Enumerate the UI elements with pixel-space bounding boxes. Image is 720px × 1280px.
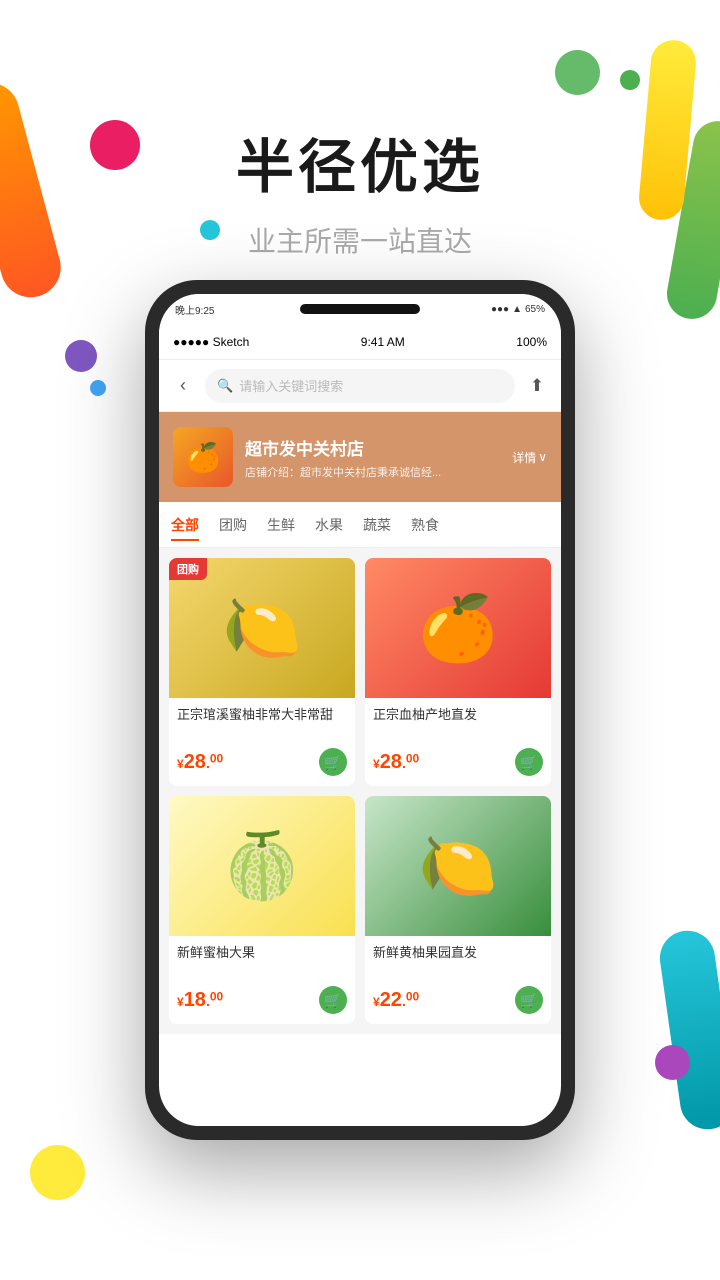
store-header: 🍊 超市发中关村店 店铺介绍：超市发中关村店秉承诚信经... 详情 ∨ bbox=[159, 412, 561, 502]
share-button[interactable]: ⬆ bbox=[523, 372, 551, 400]
product-image: 🍊 bbox=[365, 558, 551, 698]
phone-frame: 晚上9:25 ●●● ▲ 65% ●●●●● Sketch 9:41 AM 10… bbox=[145, 280, 575, 1140]
product-card[interactable]: 🍋 新鲜黄柚果园直发 ¥22.00 🛒 bbox=[365, 796, 551, 1024]
product-price-row: ¥18.00 🛒 bbox=[177, 986, 347, 1014]
add-to-cart-button[interactable]: 🛒 bbox=[319, 986, 347, 1014]
dot-purple-bottom bbox=[655, 1045, 690, 1080]
category-tab[interactable]: 水果 bbox=[315, 511, 343, 539]
product-name: 新鲜黄柚果园直发 bbox=[373, 944, 543, 980]
search-placeholder: 请输入关键词搜索 bbox=[239, 376, 343, 395]
store-avatar-emoji: 🍊 bbox=[186, 441, 221, 474]
dot-yellow-bottom bbox=[30, 1145, 85, 1200]
product-price: ¥28.00 bbox=[373, 751, 419, 774]
product-name: 正宗血柚产地直发 bbox=[373, 706, 543, 742]
status-time-left: 晚上9:25 bbox=[175, 302, 214, 317]
store-avatar: 🍊 bbox=[173, 427, 233, 487]
back-button[interactable]: ‹ bbox=[169, 372, 197, 400]
category-tab[interactable]: 生鲜 bbox=[267, 511, 295, 539]
status-right: ●●● ▲ 65% bbox=[491, 304, 545, 315]
sub-title: 业主所需一站直达 bbox=[248, 220, 472, 260]
sketch-battery: 100% bbox=[516, 335, 547, 349]
sketch-app-name: ●●●●● Sketch bbox=[173, 335, 249, 349]
product-info: 新鲜蜜柚大果 ¥18.00 🛒 bbox=[169, 936, 355, 1024]
product-tag: 团购 bbox=[169, 558, 207, 580]
product-image: 🍈 bbox=[169, 796, 355, 936]
back-icon: ‹ bbox=[180, 375, 186, 396]
category-tab[interactable]: 熟食 bbox=[411, 511, 439, 539]
product-image: 团购🍋 bbox=[169, 558, 355, 698]
add-to-cart-button[interactable]: 🛒 bbox=[515, 986, 543, 1014]
phone-notch bbox=[300, 304, 420, 314]
product-grid: 团购🍋正宗琯溪蜜柚非常大非常甜¥28.00🛒🍊正宗血柚产地直发¥28.00🛒🍈新… bbox=[159, 548, 561, 1034]
product-price-row: ¥28.00 🛒 bbox=[177, 748, 347, 776]
store-info: 超市发中关村店 店铺介绍：超市发中关村店秉承诚信经... bbox=[245, 435, 500, 480]
product-card[interactable]: 团购🍋 正宗琯溪蜜柚非常大非常甜 ¥28.00 🛒 bbox=[169, 558, 355, 786]
chevron-down-icon: ∨ bbox=[538, 450, 547, 464]
sketch-bar: ●●●●● Sketch 9:41 AM 100% bbox=[159, 324, 561, 360]
product-image: 🍋 bbox=[365, 796, 551, 936]
search-input-wrap[interactable]: 🔍 请输入关键词搜索 bbox=[205, 369, 515, 403]
store-desc: 店铺介绍：超市发中关村店秉承诚信经... bbox=[245, 464, 500, 480]
category-tab[interactable]: 团购 bbox=[219, 511, 247, 539]
add-to-cart-button[interactable]: 🛒 bbox=[515, 748, 543, 776]
product-info: 新鲜黄柚果园直发 ¥22.00 🛒 bbox=[365, 936, 551, 1024]
store-detail-button[interactable]: 详情 ∨ bbox=[512, 449, 547, 466]
wifi-icon: ▲ bbox=[512, 304, 522, 315]
product-price-row: ¥28.00 🛒 bbox=[373, 748, 543, 776]
product-name: 正宗琯溪蜜柚非常大非常甜 bbox=[177, 706, 347, 742]
signal-icon: ●●● bbox=[491, 304, 509, 315]
search-icon: 🔍 bbox=[217, 378, 233, 394]
category-tab[interactable]: 蔬菜 bbox=[363, 511, 391, 539]
sketch-time: 9:41 AM bbox=[361, 335, 405, 349]
add-to-cart-button[interactable]: 🛒 bbox=[319, 748, 347, 776]
main-title: 半径优选 bbox=[236, 120, 484, 204]
dot-blue-small bbox=[90, 380, 106, 396]
product-card[interactable]: 🍊 正宗血柚产地直发 ¥28.00 🛒 bbox=[365, 558, 551, 786]
product-price: ¥22.00 bbox=[373, 989, 419, 1012]
category-tabs: 全部团购生鲜水果蔬菜熟食 bbox=[159, 502, 561, 548]
category-tab[interactable]: 全部 bbox=[171, 511, 199, 539]
product-info: 正宗琯溪蜜柚非常大非常甜 ¥28.00 🛒 bbox=[169, 698, 355, 786]
battery-level: 65% bbox=[525, 304, 545, 315]
product-price: ¥18.00 bbox=[177, 989, 223, 1012]
product-price: ¥28.00 bbox=[177, 751, 223, 774]
product-info: 正宗血柚产地直发 ¥28.00 🛒 bbox=[365, 698, 551, 786]
product-card[interactable]: 🍈 新鲜蜜柚大果 ¥18.00 🛒 bbox=[169, 796, 355, 1024]
search-bar: ‹ 🔍 请输入关键词搜索 ⬆ bbox=[159, 360, 561, 412]
product-name: 新鲜蜜柚大果 bbox=[177, 944, 347, 980]
share-icon: ⬆ bbox=[530, 376, 544, 396]
product-price-row: ¥22.00 🛒 bbox=[373, 986, 543, 1014]
phone-mockup: 晚上9:25 ●●● ▲ 65% ●●●●● Sketch 9:41 AM 10… bbox=[145, 280, 575, 1140]
phone-screen: 晚上9:25 ●●● ▲ 65% ●●●●● Sketch 9:41 AM 10… bbox=[159, 294, 561, 1126]
store-name: 超市发中关村店 bbox=[245, 435, 500, 460]
